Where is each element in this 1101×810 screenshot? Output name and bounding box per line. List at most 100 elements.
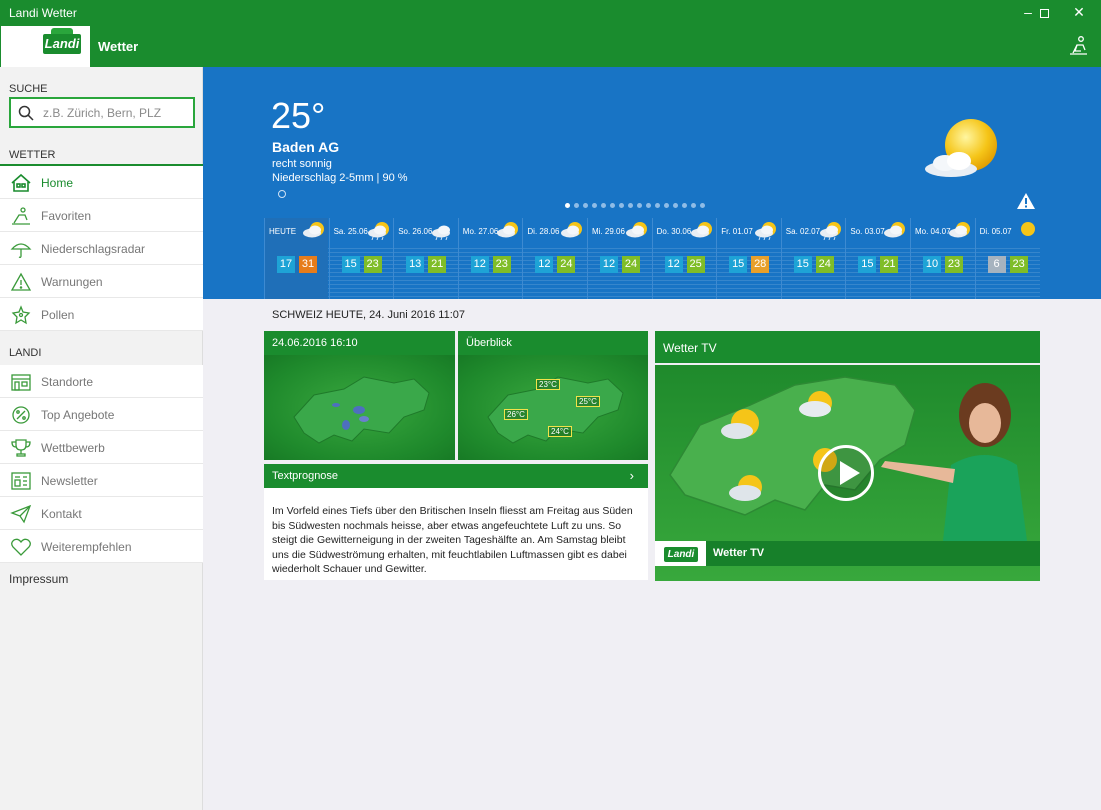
page-dot[interactable]: [628, 203, 633, 208]
person-chair-icon[interactable]: [1067, 35, 1089, 57]
switzerland-map-icon: [487, 376, 624, 444]
radar-card[interactable]: 24.06.2016 16:10: [264, 331, 455, 460]
logo-area[interactable]: Landi: [1, 26, 90, 67]
sidebar-item-standorte[interactable]: Standorte: [0, 365, 203, 398]
max-temp: 21: [880, 256, 899, 273]
sidebar-item-favoriten[interactable]: Favoriten: [0, 199, 203, 232]
forecast-day[interactable]: Mi. 29.06 12 24: [587, 218, 651, 299]
sun-cloud-icon: [949, 222, 970, 238]
switzerland-map-icon: [293, 376, 430, 444]
forecast-day-label: Mi. 29.06: [592, 227, 625, 236]
percent-icon: [12, 406, 30, 424]
min-temp: 15: [341, 256, 360, 273]
radar-map: [264, 355, 455, 460]
sidebar-item-warnungen[interactable]: Warnungen: [0, 265, 203, 298]
impressum-link[interactable]: Impressum: [9, 572, 68, 586]
page-dot[interactable]: [610, 203, 615, 208]
page-dot[interactable]: [583, 203, 588, 208]
section-title: SCHWEIZ HEUTE, 24. Juni 2016 11:07: [272, 309, 465, 321]
heart-icon: [11, 538, 31, 556]
pagination-dots[interactable]: [565, 203, 709, 209]
min-temp: 6: [987, 256, 1006, 273]
window-titlebar: Landi Wetter – ✕: [0, 0, 1101, 26]
forecast-day-label: Mo. 04.07: [915, 227, 951, 236]
umbrella-icon: [10, 243, 32, 258]
sun-cloud-icon: [626, 222, 647, 238]
forecast-day[interactable]: Sa. 25.06 15 23: [328, 218, 393, 299]
sidebar-item-weiterempfehlen[interactable]: Weiterempfehlen: [0, 530, 203, 563]
page-dot[interactable]: [700, 203, 705, 208]
landi-logo: Landi: [664, 547, 698, 562]
page-dot[interactable]: [601, 203, 606, 208]
sidebar-item-niederschlagsradar[interactable]: Niederschlagsradar: [0, 232, 203, 265]
alert-warning-icon[interactable]: [1016, 192, 1036, 210]
max-temp: 23: [492, 256, 511, 273]
min-temp: 13: [406, 256, 425, 273]
tv-logo-area: Landi: [655, 541, 706, 566]
forecast-day[interactable]: Mo. 27.06 12 23: [457, 218, 522, 299]
search-icon: [18, 105, 34, 121]
forecast-day-label: Sa. 25.06: [333, 227, 368, 236]
forecast-day[interactable]: So. 26.06 13 21: [393, 218, 457, 299]
wetter-tv-video[interactable]: Landi Wetter TV: [655, 365, 1040, 581]
page-dot[interactable]: [646, 203, 651, 208]
overview-card[interactable]: Überblick 23°C 25°C 26°C 24°C: [458, 331, 648, 460]
landi-nav: Standorte Top Angebote Wettbewerb Newsle…: [0, 365, 203, 563]
page-dot[interactable]: [592, 203, 597, 208]
forecast-day[interactable]: So. 03.07 15 21: [845, 218, 909, 299]
precipitation-info: Niederschlag 2-5mm | 90 %: [272, 172, 408, 184]
newsletter-icon: [11, 472, 31, 490]
max-temp: 28: [751, 256, 770, 273]
search-input[interactable]: [43, 103, 188, 123]
page-dot[interactable]: [574, 203, 579, 208]
min-temp: 12: [600, 256, 618, 273]
search-section-label: SUCHE: [9, 83, 48, 95]
page-dot[interactable]: [691, 203, 696, 208]
text-forecast-body: Im Vorfeld eines Tiefs über den Britisch…: [272, 505, 633, 576]
sidebar-item-home[interactable]: Home: [0, 166, 203, 199]
page-dot[interactable]: [619, 203, 624, 208]
location-icon[interactable]: [278, 190, 286, 198]
page-dot[interactable]: [664, 203, 669, 208]
sidebar-item-kontakt[interactable]: Kontakt: [0, 497, 203, 530]
max-temp: 24: [557, 256, 576, 273]
page-dot[interactable]: [637, 203, 642, 208]
tv-card-header[interactable]: Wetter TV: [655, 331, 1040, 363]
app-title: Wetter: [98, 39, 139, 54]
play-button[interactable]: [818, 445, 874, 501]
page-dot[interactable]: [655, 203, 660, 208]
text-forecast-header[interactable]: Textprognose ›: [264, 464, 648, 488]
forecast-day[interactable]: Di. 05.07 6 23: [974, 218, 1039, 299]
forecast-day[interactable]: Mo. 04.07 10 23: [910, 218, 974, 299]
close-icon[interactable]: ✕: [1056, 0, 1101, 26]
forecast-day[interactable]: Do. 30.06 12 25: [651, 218, 716, 299]
max-temp: 23: [1009, 256, 1028, 273]
wetter-section-label: WETTER: [9, 149, 56, 161]
forecast-day[interactable]: Di. 28.06 12 24: [522, 218, 586, 299]
forecast-day[interactable]: Sa. 02.07 15 24: [780, 218, 845, 299]
landi-section-label: LANDI: [9, 347, 42, 359]
sun-cloud-rain-icon: [755, 222, 777, 240]
forecast-day[interactable]: Fr. 01.07 15 28: [716, 218, 780, 299]
forecast-day-label: Di. 05.07: [979, 227, 1012, 236]
page-dot[interactable]: [682, 203, 687, 208]
tv-card-title: Wetter TV: [655, 331, 1040, 363]
sidebar-item-label: Wettbewerb: [41, 441, 105, 455]
window-title: Landi Wetter: [9, 6, 77, 20]
text-forecast-card[interactable]: Textprognose › Im Vorfeld eines Tiefs üb…: [264, 464, 648, 580]
sidebar-item-wettbewerb[interactable]: Wettbewerb: [0, 431, 203, 464]
page-dot[interactable]: [673, 203, 678, 208]
forecast-day[interactable]: HEUTE 17 31: [264, 218, 328, 299]
sun-cloud-rain-icon: [367, 222, 389, 240]
search-box[interactable]: [9, 97, 195, 128]
sidebar-item-top-angebote[interactable]: Top Angebote: [0, 398, 203, 431]
page-dot[interactable]: [565, 203, 570, 208]
sidebar-item-label: Favoriten: [41, 209, 92, 223]
overview-card-title: Überblick: [458, 331, 648, 355]
sidebar-item-newsletter[interactable]: Newsletter: [0, 464, 203, 497]
forecast-day-label: Do. 30.06: [656, 227, 692, 236]
cloud-rain-icon: [432, 225, 451, 240]
sidebar-item-pollen[interactable]: Pollen: [0, 298, 203, 331]
min-temp: 15: [793, 256, 812, 273]
city-name: Baden AG: [272, 139, 340, 155]
